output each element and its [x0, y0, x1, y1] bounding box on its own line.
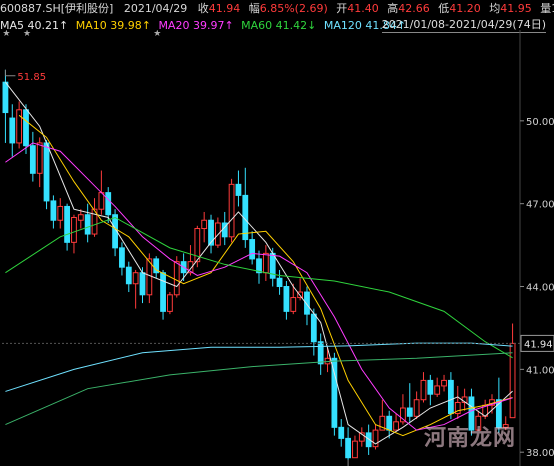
- y-tick-label: 44.00: [526, 283, 554, 294]
- candle-body: [352, 440, 358, 459]
- event-star-icon: ★: [23, 30, 31, 39]
- candle-body: [119, 247, 125, 268]
- candle-body: [43, 142, 50, 202]
- candle-body: [228, 183, 235, 238]
- low-value: 41.20: [449, 2, 481, 15]
- candle-body: [2, 81, 9, 114]
- stock-code: 600887.SH[伊利股份]: [0, 2, 114, 15]
- high-label: 高: [387, 2, 399, 15]
- max-annotation-label: 51.85: [17, 72, 46, 83]
- ma60-line: [5, 216, 513, 359]
- candle-body: [208, 219, 214, 246]
- candle-body: [400, 407, 406, 423]
- avg-label: 均: [489, 2, 501, 15]
- candle-body: [50, 200, 57, 221]
- quote-header: 600887.SH[伊利股份] 2021/04/29 收41.94 幅6.85%…: [0, 0, 554, 17]
- close-value: 41.94: [208, 2, 241, 15]
- event-star-icon: ★: [153, 30, 161, 39]
- volume-label: 量109万: [540, 2, 554, 15]
- candle-body: [276, 277, 283, 288]
- candle-body: [249, 239, 256, 260]
- candle-body: [290, 297, 297, 312]
- candle-body: [160, 272, 166, 312]
- low-label: 低: [438, 2, 450, 15]
- candle-body: [71, 216, 77, 243]
- candle-body: [434, 385, 441, 395]
- close-label: 收: [197, 2, 209, 15]
- watermark: 河南龙网: [423, 426, 516, 451]
- candle-body: [57, 205, 64, 221]
- candle-body: [29, 145, 36, 174]
- candle-body: [139, 272, 146, 296]
- candle-body: [235, 183, 242, 196]
- open-label: 开: [336, 2, 348, 15]
- candle-body: [386, 415, 393, 431]
- candle-body: [105, 192, 112, 216]
- high-value: 42.66: [398, 2, 430, 15]
- change-value: 6.85%(2.69): [259, 2, 328, 15]
- y-tick-label: 41.00: [526, 365, 554, 376]
- y-tick-label: 38.00: [526, 448, 554, 459]
- candle-body: [447, 379, 454, 415]
- y-tick-label: 50.00: [526, 117, 554, 128]
- candle-body: [125, 266, 132, 285]
- candle-body: [393, 421, 399, 431]
- ma120-line: [5, 342, 513, 392]
- candle-body: [167, 294, 173, 312]
- candle-body: [345, 437, 351, 459]
- candle-body: [406, 407, 413, 417]
- candle-body: [77, 214, 84, 221]
- candle-body: [36, 142, 43, 174]
- candle-body: [9, 117, 16, 144]
- candle-body: [98, 192, 105, 210]
- open-value: 41.40: [347, 2, 379, 15]
- quote-date: 2021/04/29: [123, 2, 188, 15]
- candle-body: [201, 219, 208, 230]
- change-label: 幅: [248, 2, 260, 15]
- candle-body: [173, 261, 180, 296]
- candle-body: [132, 272, 139, 285]
- candlestick-chart[interactable]: 50.0047.0044.0041.0038.0041.9451.8537.72…: [0, 30, 554, 466]
- candle-body: [509, 342, 516, 419]
- candle-body: [420, 379, 427, 401]
- candle-body: [310, 313, 317, 343]
- candle-body: [413, 399, 420, 417]
- last-price-label: 41.94: [524, 339, 553, 350]
- candle-body: [427, 379, 434, 395]
- event-star-icon: ★: [2, 30, 10, 39]
- candle-body: [338, 426, 345, 439]
- candle-body: [317, 341, 324, 365]
- candle-body: [283, 286, 290, 312]
- avg-value: 41.95: [500, 2, 532, 15]
- candle-body: [23, 109, 29, 147]
- candle-body: [441, 379, 447, 387]
- candle-body: [16, 109, 23, 144]
- y-tick-label: 47.00: [526, 200, 554, 211]
- candle-body: [262, 252, 269, 274]
- candle-body: [64, 205, 71, 243]
- candle-body: [84, 214, 91, 235]
